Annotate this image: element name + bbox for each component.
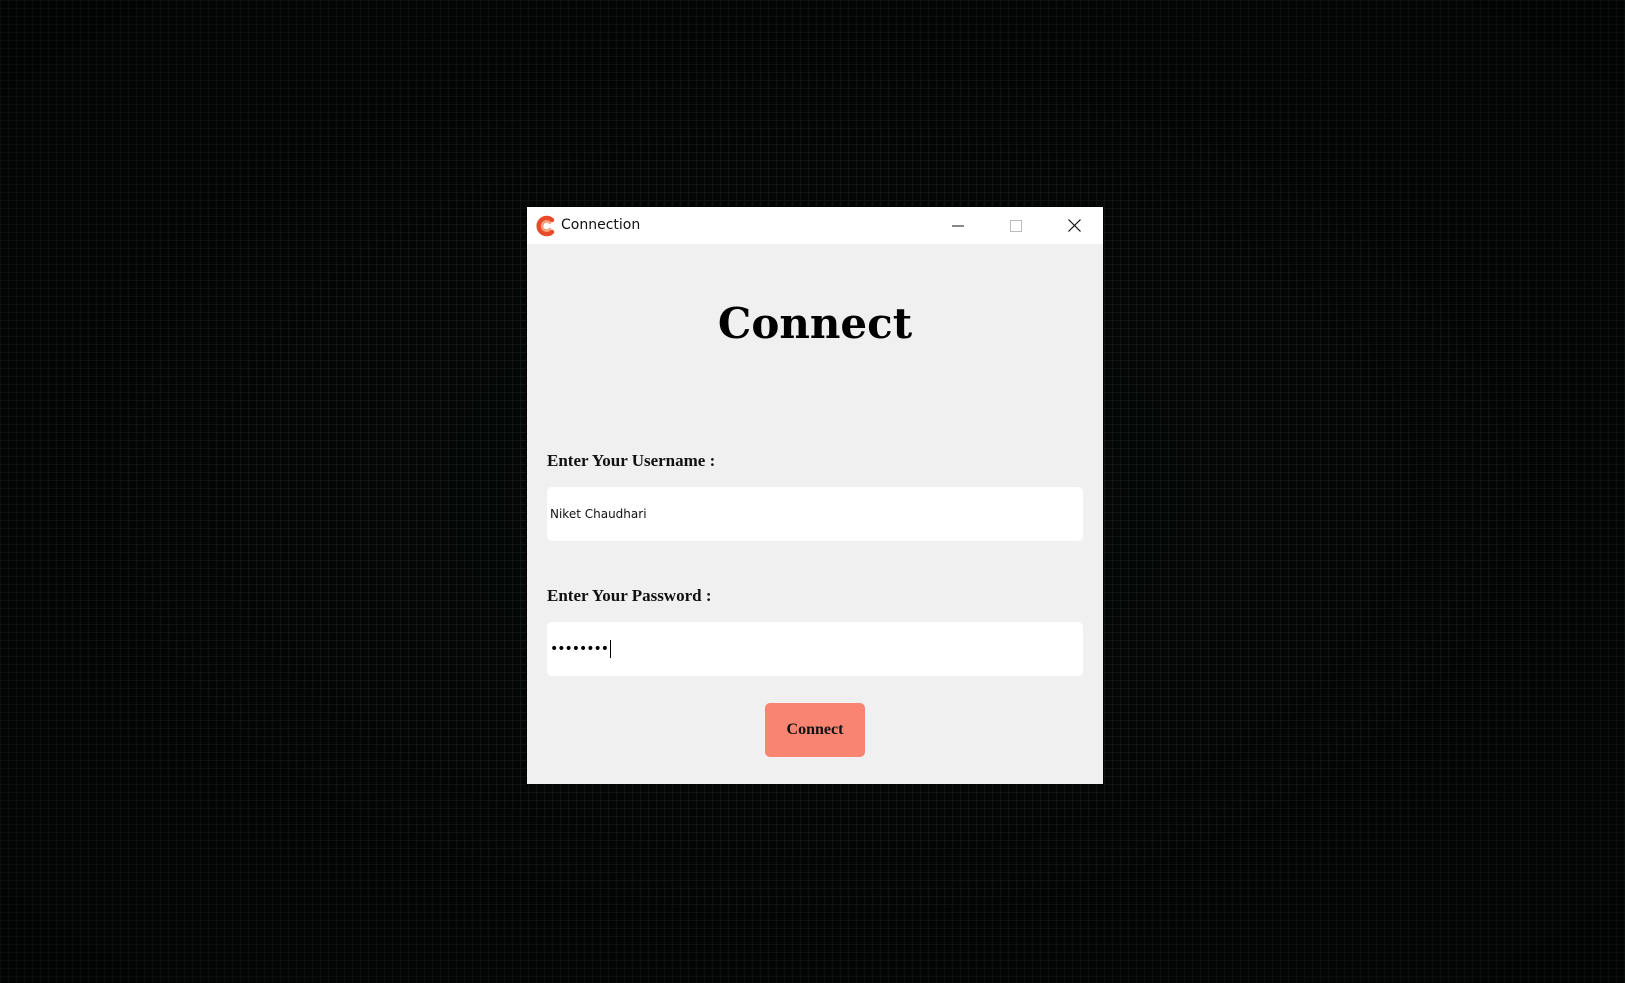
close-button[interactable] xyxy=(1045,207,1103,244)
password-label: Enter Your Password : xyxy=(547,586,712,605)
maximize-icon xyxy=(1010,219,1022,232)
password-value: •••••••• xyxy=(550,641,609,657)
minimize-button[interactable] xyxy=(929,207,987,244)
page-title: Connect xyxy=(717,299,913,348)
app-logo-icon xyxy=(535,215,557,237)
username-value: Niket Chaudhari xyxy=(550,507,647,521)
title-bar[interactable]: Connection xyxy=(527,207,1103,244)
connect-button[interactable]: Connect xyxy=(765,703,865,757)
text-caret xyxy=(610,640,612,658)
window-title: Connection xyxy=(561,217,641,233)
username-input[interactable]: Niket Chaudhari xyxy=(547,487,1083,541)
maximize-button[interactable] xyxy=(987,207,1045,244)
connection-window: Connection Connect Enter Your Username :… xyxy=(527,207,1103,784)
username-label: Enter Your Username : xyxy=(547,451,716,470)
password-input[interactable]: •••••••• xyxy=(547,622,1083,676)
minimize-icon xyxy=(952,225,964,226)
close-icon xyxy=(1067,219,1081,232)
